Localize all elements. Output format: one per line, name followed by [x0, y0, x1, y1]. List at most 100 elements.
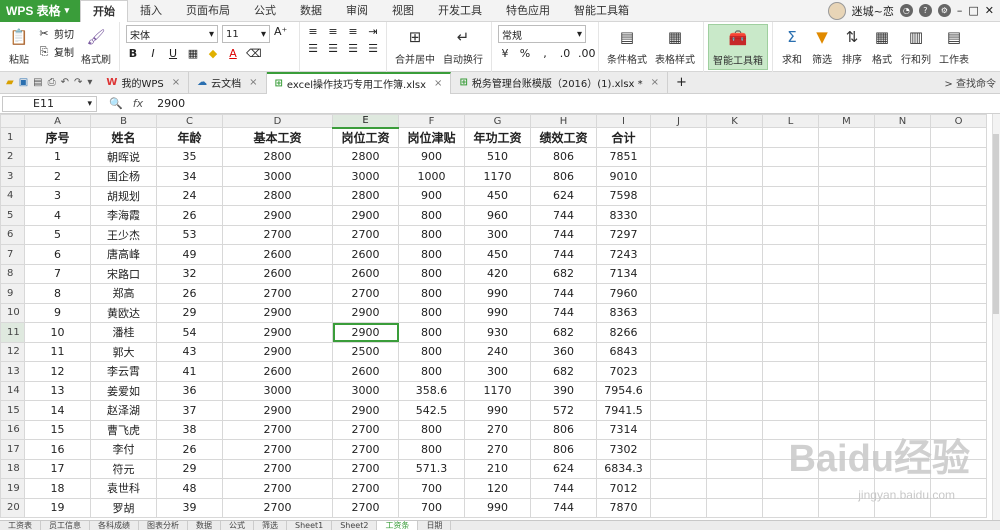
cell[interactable]	[874, 380, 931, 401]
cell[interactable]: 35	[156, 146, 223, 167]
cell[interactable]	[930, 322, 987, 343]
new-tab-icon[interactable]: +	[668, 75, 695, 90]
cell[interactable]: 6834.3	[596, 458, 651, 479]
cell[interactable]: 2700	[222, 283, 333, 304]
cell[interactable]	[762, 400, 819, 421]
row-header[interactable]: 5	[0, 205, 25, 226]
cell[interactable]	[650, 497, 707, 518]
name-box[interactable]: E11 ▾	[2, 95, 97, 112]
row-header[interactable]: 20	[0, 497, 25, 518]
scrollbar-thumb[interactable]	[993, 134, 999, 314]
cell[interactable]: 2700	[332, 283, 399, 304]
cell[interactable]: 210	[464, 458, 531, 479]
cell[interactable]: 53	[156, 224, 223, 245]
cell[interactable]	[874, 341, 931, 362]
format-button[interactable]: ▦ 格式	[867, 24, 897, 68]
help-icon[interactable]: ?	[918, 4, 932, 17]
cell[interactable]	[818, 127, 875, 148]
cell[interactable]: 2700	[332, 478, 399, 499]
cell[interactable]: 542.5	[398, 400, 465, 421]
cell[interactable]: 宋路口	[90, 263, 157, 284]
sheet-tab[interactable]: 数据	[188, 521, 221, 530]
cell[interactable]: 32	[156, 263, 223, 284]
grow-font-icon[interactable]: A⁺	[274, 25, 287, 43]
cell[interactable]: 年龄	[156, 127, 223, 148]
cell[interactable]: 29	[156, 458, 223, 479]
currency-icon[interactable]: ¥	[498, 47, 512, 60]
cell[interactable]: 9	[24, 302, 91, 323]
cell[interactable]: 岗位工资	[332, 127, 399, 148]
worksheet-button[interactable]: ▤ 工作表	[935, 24, 973, 68]
cell[interactable]: 7012	[596, 478, 651, 499]
cell[interactable]: 2600	[332, 244, 399, 265]
cell[interactable]	[762, 263, 819, 284]
cell[interactable]: 7941.5	[596, 400, 651, 421]
cell[interactable]	[706, 322, 763, 343]
cell[interactable]	[650, 127, 707, 148]
cell[interactable]: 2900	[222, 400, 333, 421]
cell[interactable]	[818, 400, 875, 421]
cell[interactable]: 2800	[332, 146, 399, 167]
cell[interactable]: 360	[530, 341, 597, 362]
close-icon[interactable]: ✕	[985, 4, 994, 17]
cell[interactable]	[930, 205, 987, 226]
zoom-icon[interactable]: 🔍	[109, 97, 123, 110]
conditional-format-button[interactable]: ▤ 条件格式	[603, 24, 651, 68]
cell[interactable]	[706, 361, 763, 382]
cell[interactable]	[874, 185, 931, 206]
cell[interactable]: 2700	[222, 224, 333, 245]
cell[interactable]: 7023	[596, 361, 651, 382]
cell[interactable]: 2900	[222, 322, 333, 343]
cell[interactable]	[650, 185, 707, 206]
smart-toolbox-button[interactable]: 🧰 智能工具箱	[708, 24, 768, 70]
cell[interactable]: 700	[398, 497, 465, 518]
cell[interactable]	[874, 146, 931, 167]
cell[interactable]: 26	[156, 283, 223, 304]
cell[interactable]: 2600	[222, 361, 333, 382]
cell[interactable]	[930, 244, 987, 265]
cell[interactable]	[650, 400, 707, 421]
cell[interactable]: 682	[530, 361, 597, 382]
menu-tab[interactable]: 视图	[380, 0, 426, 22]
cell[interactable]	[706, 263, 763, 284]
cell[interactable]: 16	[24, 439, 91, 460]
minimize-button[interactable]: –	[957, 4, 963, 17]
cell[interactable]: 郑高	[90, 283, 157, 304]
cell[interactable]	[706, 400, 763, 421]
cell[interactable]: 李云霄	[90, 361, 157, 382]
settings-icon[interactable]: ⚙	[937, 4, 951, 17]
cell[interactable]: 2500	[332, 341, 399, 362]
cell[interactable]	[762, 283, 819, 304]
cell[interactable]: 572	[530, 400, 597, 421]
align-left-icon[interactable]: ☰	[306, 42, 320, 55]
cell[interactable]: 8363	[596, 302, 651, 323]
row-header[interactable]: 8	[0, 263, 25, 284]
vertical-scrollbar[interactable]	[992, 114, 1000, 520]
underline-button[interactable]: U	[166, 47, 180, 60]
sheet-tab[interactable]: 筛选	[254, 521, 287, 530]
cell[interactable]: 960	[464, 205, 531, 226]
cell[interactable]: 1170	[464, 380, 531, 401]
cell[interactable]: 2700	[222, 458, 333, 479]
row-header[interactable]: 15	[0, 400, 25, 421]
cell[interactable]: 800	[398, 439, 465, 460]
number-format-select[interactable]: 常规 ▾	[498, 25, 586, 43]
cell[interactable]: 罗胡	[90, 497, 157, 518]
sheet-tab[interactable]: Sheet2	[332, 521, 378, 530]
row-header[interactable]: 14	[0, 380, 25, 401]
cell[interactable]: 800	[398, 244, 465, 265]
column-header[interactable]: G	[464, 114, 531, 128]
cell[interactable]	[650, 263, 707, 284]
column-header[interactable]: F	[398, 114, 465, 128]
cell[interactable]	[930, 380, 987, 401]
cell[interactable]	[818, 263, 875, 284]
increase-decimal-icon[interactable]: .0	[558, 47, 572, 60]
more-icon[interactable]: ▾	[87, 77, 92, 88]
cell[interactable]: 990	[464, 302, 531, 323]
cell[interactable]: 绩效工资	[530, 127, 597, 148]
redo-icon[interactable]: ↷	[74, 77, 82, 88]
cell[interactable]: 744	[530, 244, 597, 265]
cell[interactable]: 48	[156, 478, 223, 499]
cell[interactable]: 682	[530, 263, 597, 284]
cell[interactable]	[930, 302, 987, 323]
